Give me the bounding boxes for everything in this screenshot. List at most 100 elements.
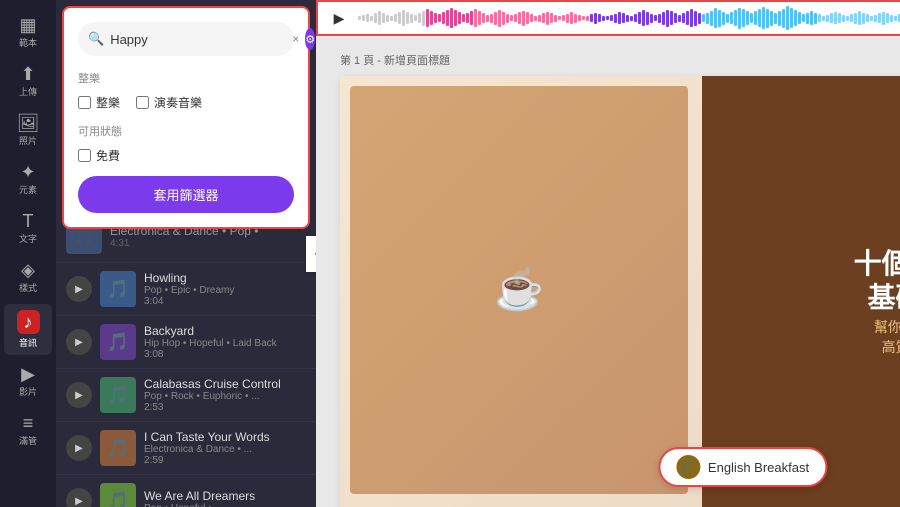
music-panel: 🔍 × ⚙ 整樂 整樂 演奏音樂 可用狀態 — [56, 0, 316, 507]
apply-filter-button[interactable]: 套用篩選器 — [78, 176, 294, 213]
music-meta: 4:31 — [110, 238, 306, 249]
sidebar-item-style[interactable]: ◈ 樣式 — [4, 255, 52, 300]
music-info: We Are All Dreamers Pop • Hopeful • ... — [144, 489, 306, 507]
music-list: 🎵 Electronica & Dance • Pop • 4:31 ▶ 🎵 H… — [56, 210, 316, 507]
music-thumb: 🎵 — [100, 483, 136, 507]
list-item[interactable]: ▶ 🎵 We Are All Dreamers Pop • Hopeful • … — [56, 475, 316, 507]
music-title: Backyard — [144, 324, 306, 338]
sidebar-label-video: 影片 — [19, 385, 37, 398]
music-thumb: 🎵 — [100, 377, 136, 413]
music-meta: Pop • Epic • Dreamy — [144, 285, 306, 296]
music-thumb: 🎵 — [100, 430, 136, 466]
status-checkbox-free[interactable]: 免費 — [78, 147, 120, 164]
upload-icon: ⬆ — [20, 65, 35, 83]
music-duration: 3:04 — [144, 296, 306, 307]
genre-checkboxes: 整樂 演奏音樂 — [78, 94, 294, 111]
slide-coffee-image: ☕ — [350, 86, 688, 494]
genre-checkbox-performance[interactable]: 演奏音樂 — [136, 94, 202, 111]
waveform-play-button[interactable]: ▶ — [328, 7, 350, 29]
music-info: Calabasas Cruise Control Pop • Rock • Eu… — [144, 377, 306, 413]
now-playing-badge[interactable]: 🎵 English Breakfast — [658, 447, 827, 487]
genre-section: 整樂 整樂 演奏音樂 — [78, 70, 294, 111]
canvas-slide-1: ☕ 十個Canva基礎技巧 幫你 5 分鐘產出高質感設計！ Cɑnva — [340, 76, 900, 507]
filter-settings-icon[interactable]: ⚙ — [305, 28, 315, 50]
text-icon: T — [23, 212, 34, 230]
sidebar-label-style: 樣式 — [19, 281, 37, 294]
sidebar-item-text[interactable]: T 文字 — [4, 206, 52, 251]
music-meta: Electronica & Dance • ... — [144, 444, 306, 455]
play-button[interactable]: ▶ — [66, 329, 92, 355]
sidebar-label-music: 音訊 — [19, 336, 37, 349]
genre-title: 整樂 — [78, 70, 294, 86]
photo-icon: 🖼 — [17, 114, 40, 132]
slide-subtitle: 幫你 5 分鐘產出高質感設計！ — [874, 318, 900, 357]
genre-performance-check[interactable] — [136, 96, 149, 109]
music-duration: 2:53 — [144, 402, 306, 413]
sidebar-item-video[interactable]: ▶ 影片 — [4, 359, 52, 404]
sidebar-item-more[interactable]: ≡ 滿管 — [4, 408, 52, 453]
now-playing-label: English Breakfast — [708, 460, 809, 475]
sidebar-label-more: 滿管 — [19, 434, 37, 447]
search-input[interactable] — [110, 32, 286, 47]
clear-icon[interactable]: × — [292, 32, 299, 46]
sidebar-item-template[interactable]: ▦ 範本 — [4, 10, 52, 55]
status-checkboxes: 免費 — [78, 147, 294, 164]
slide-title: 十個Canva基礎技巧 — [854, 247, 900, 314]
music-meta: Pop • Hopeful • ... — [144, 503, 306, 507]
play-button[interactable]: ▶ — [66, 276, 92, 302]
sidebar-label-upload: 上傳 — [19, 85, 37, 98]
filter-popup: 🔍 × ⚙ 整樂 整樂 演奏音樂 可用狀態 — [62, 6, 310, 229]
status-section: 可用狀態 免費 — [78, 123, 294, 164]
slide-content-1: ☕ 十個Canva基礎技巧 幫你 5 分鐘產出高質感設計！ Cɑnva — [340, 76, 900, 507]
music-info: Backyard Hip Hop • Hopeful • Laid Back 3… — [144, 324, 306, 360]
waveform-bar: ▶ — [316, 0, 900, 36]
sidebar-label-template: 範本 — [19, 36, 37, 49]
template-icon: ▦ — [19, 16, 36, 34]
genre-checkbox-music[interactable]: 整樂 — [78, 94, 120, 111]
waveform-visual — [358, 6, 900, 30]
list-item[interactable]: ▶ 🎵 Backyard Hip Hop • Hopeful • Laid Ba… — [56, 316, 316, 369]
sidebar-label-photo: 照片 — [19, 134, 37, 147]
music-duration: 3:08 — [144, 349, 306, 360]
style-icon: ◈ — [21, 261, 35, 279]
canvas-area: 第 1 頁 - 新增頁面標題 ☕ 十個Canva基礎技巧 幫你 5 分鐘產出高質… — [316, 36, 900, 507]
search-icon: 🔍 — [88, 31, 104, 47]
sidebar-item-upload[interactable]: ⬆ 上傳 — [4, 59, 52, 104]
filter-search-row: 🔍 × ⚙ — [78, 22, 294, 56]
page1-label: 第 1 頁 - 新增頁面標題 — [340, 52, 900, 68]
music-thumb: 🎵 — [100, 324, 136, 360]
music-thumb: 🎵 — [100, 271, 136, 307]
sidebar-label-element: 元素 — [19, 183, 37, 196]
panel-collapse-arrow[interactable]: ‹ — [306, 236, 316, 272]
music-title: We Are All Dreamers — [144, 489, 306, 503]
video-icon: ▶ — [21, 365, 35, 383]
sidebar: ▦ 範本 ⬆ 上傳 🖼 照片 ✦ 元素 T 文字 ◈ 樣式 ♪ 音訊 ▶ 影片 … — [0, 0, 56, 507]
music-title: Calabasas Cruise Control — [144, 377, 306, 391]
music-title: I Can Taste Your Words — [144, 430, 306, 444]
music-meta: Pop • Rock • Euphoric • ... — [144, 391, 306, 402]
play-button[interactable]: ▶ — [66, 382, 92, 408]
music-icon: ♪ — [17, 310, 40, 334]
more-icon: ≡ — [23, 414, 34, 432]
sidebar-item-element[interactable]: ✦ 元素 — [4, 157, 52, 202]
status-title: 可用狀態 — [78, 123, 294, 139]
list-item[interactable]: ▶ 🎵 I Can Taste Your Words Electronica &… — [56, 422, 316, 475]
main-area: ▶ 第 1 頁 - 新增頁面標題 ☕ 十個Canva基礎技巧 幫你 5 分鐘產出… — [316, 0, 900, 507]
sidebar-item-photo[interactable]: 🖼 照片 — [4, 108, 52, 153]
list-item[interactable]: ▶ 🎵 Howling Pop • Epic • Dreamy 3:04 — [56, 263, 316, 316]
genre-music-check[interactable] — [78, 96, 91, 109]
music-meta: Hip Hop • Hopeful • Laid Back — [144, 338, 306, 349]
play-button[interactable]: ▶ — [66, 488, 92, 507]
element-icon: ✦ — [20, 163, 35, 181]
music-info: I Can Taste Your Words Electronica & Dan… — [144, 430, 306, 466]
play-button[interactable]: ▶ — [66, 435, 92, 461]
slide-brown-box: 十個Canva基礎技巧 幫你 5 分鐘產出高質感設計！ Cɑnva — [702, 76, 900, 507]
music-title: Howling — [144, 271, 306, 285]
music-info: Howling Pop • Epic • Dreamy 3:04 — [144, 271, 306, 307]
sidebar-item-music[interactable]: ♪ 音訊 — [4, 304, 52, 355]
music-duration: 2:59 — [144, 455, 306, 466]
list-item[interactable]: ▶ 🎵 Calabasas Cruise Control Pop • Rock … — [56, 369, 316, 422]
now-playing-avatar: 🎵 — [676, 455, 700, 479]
status-free-check[interactable] — [78, 149, 91, 162]
sidebar-label-text: 文字 — [19, 232, 37, 245]
